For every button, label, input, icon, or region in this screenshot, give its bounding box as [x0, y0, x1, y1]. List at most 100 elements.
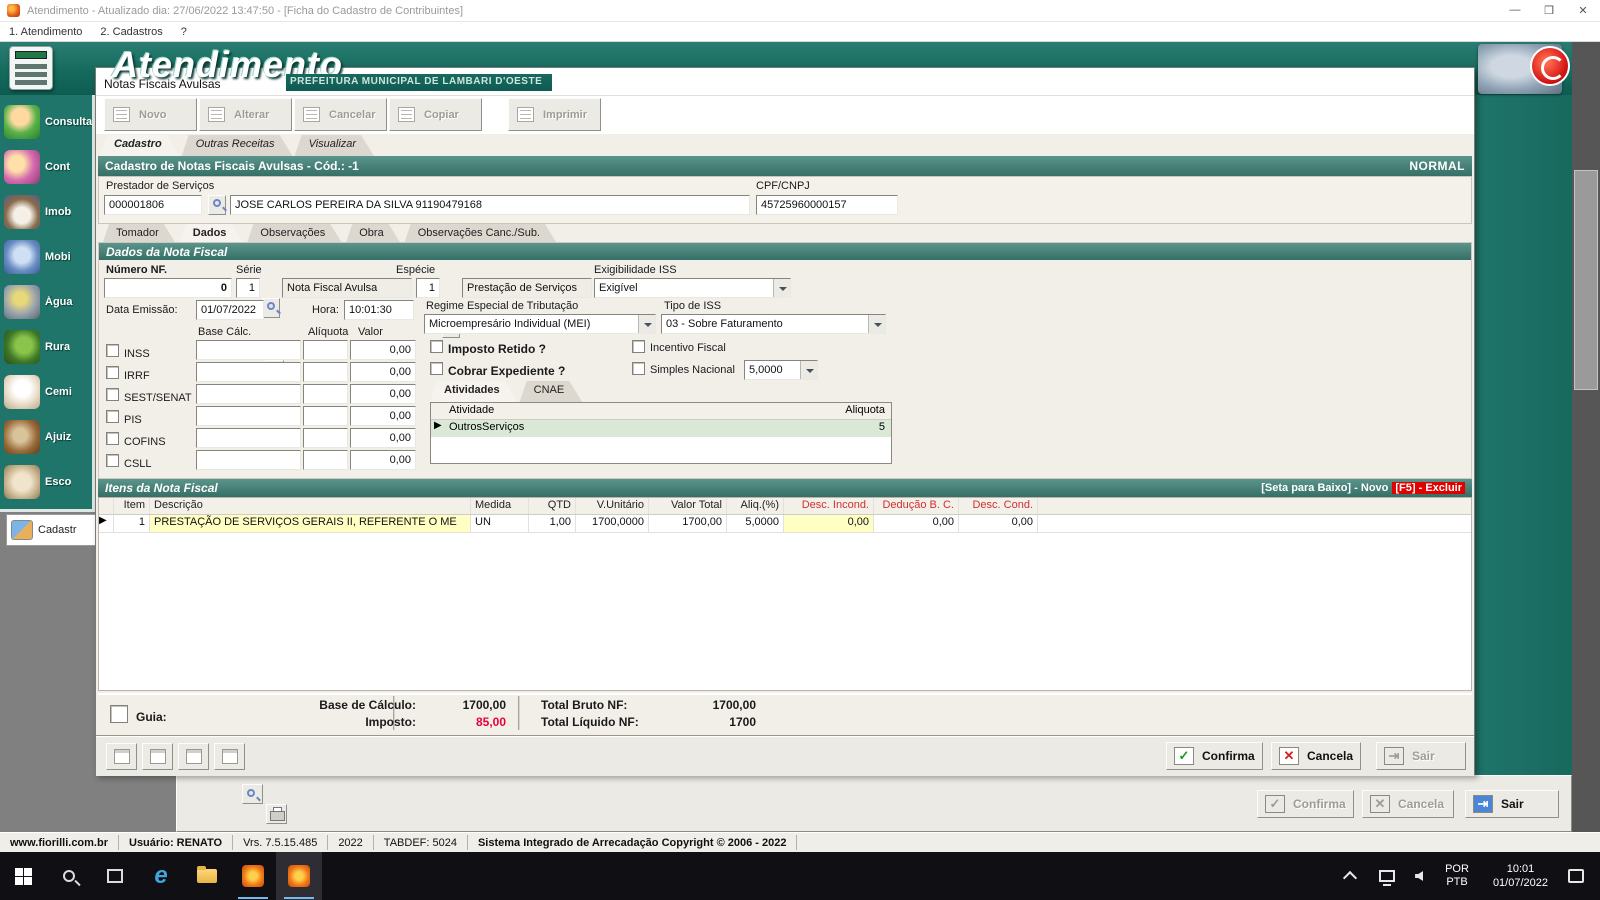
csll-valor-field[interactable]: 0,00 [350, 450, 416, 470]
pis-checkbox[interactable] [106, 410, 119, 423]
status-user: Usuário: RENATO [119, 835, 234, 850]
confirma-button[interactable]: ✓ Confirma [1166, 742, 1263, 770]
cpf-field[interactable]: 45725960000157 [756, 195, 898, 215]
pis-base-field[interactable] [196, 406, 301, 426]
sidebar-item-cadastro[interactable]: Cadastr [6, 514, 106, 546]
incentivo-checkbox[interactable] [632, 340, 645, 353]
pis-valor-field[interactable]: 0,00 [350, 406, 416, 426]
prestador-search-button[interactable] [208, 195, 226, 215]
cancelar-button[interactable]: Cancelar [294, 98, 387, 131]
minimize-button[interactable]: — [1498, 4, 1532, 17]
tab-visualizar[interactable]: Visualizar [295, 135, 375, 156]
csll-checkbox[interactable] [106, 454, 119, 467]
sidebar-item-ajuizamento[interactable]: Ajuiz [4, 414, 92, 459]
file-explorer-button[interactable] [184, 852, 230, 900]
sidebar-item-cemiterio[interactable]: Cemi [4, 369, 92, 414]
prestador-code-field[interactable]: 000001806 [104, 195, 202, 215]
inss-base-field[interactable] [196, 340, 301, 360]
fiorilli-app-button-1[interactable] [230, 852, 276, 900]
sest-aliq-field[interactable] [303, 384, 348, 404]
prestador-name-field[interactable]: JOSE CARLOS PEREIRA DA SILVA 91190479168 [230, 195, 750, 215]
sidebar-item-imobiliario[interactable]: Imob [4, 189, 92, 234]
irrf-valor-field[interactable]: 0,00 [350, 362, 416, 382]
sest-valor-field[interactable]: 0,00 [350, 384, 416, 404]
network-icon[interactable] [1379, 870, 1396, 886]
alterar-button[interactable]: Alterar [199, 98, 292, 131]
cancela-button[interactable]: ✕ Cancela [1271, 742, 1361, 770]
record-last-button[interactable] [214, 743, 245, 770]
right-scrollbar[interactable] [1572, 42, 1600, 852]
tab-cadastro[interactable]: Cadastro [100, 135, 180, 156]
cobrar-expediente-checkbox[interactable] [430, 362, 443, 375]
cofins-valor-field[interactable]: 0,00 [350, 428, 416, 448]
guia-print-button[interactable] [266, 804, 287, 824]
close-button[interactable]: ✕ [1566, 4, 1600, 17]
sest-base-field[interactable] [196, 384, 301, 404]
simples-aliquota-select[interactable]: 5,0000 [744, 360, 818, 380]
regime-select[interactable]: Microempresário Individual (MEI) [424, 314, 656, 334]
especie-code-field[interactable]: 1 [416, 278, 440, 298]
menu-help[interactable]: ? [172, 26, 196, 38]
hora-field[interactable]: 10:01:30 [344, 300, 414, 320]
sidebar-item-agua[interactable]: Água [4, 279, 92, 324]
sidebar-item-escola[interactable]: Esco [4, 459, 92, 504]
menu-cadastros[interactable]: 2. Cadastros [91, 26, 171, 38]
simples-checkbox[interactable] [632, 362, 645, 375]
cofins-checkbox[interactable] [106, 432, 119, 445]
cofins-base-field[interactable] [196, 428, 301, 448]
pis-aliq-field[interactable] [303, 406, 348, 426]
tray-expand-icon[interactable] [1343, 870, 1358, 886]
form-header-title: Cadastro de Notas Fiscais Avulsas - Cód.… [105, 159, 359, 173]
cofins-aliq-field[interactable] [303, 428, 348, 448]
outer-sair-button[interactable]: ⇥ Sair [1465, 790, 1559, 818]
sidebar-item-contribuintes[interactable]: Cont [4, 144, 92, 189]
scrollbar-thumb[interactable] [1574, 170, 1598, 390]
tipo-iss-select[interactable]: 03 - Sobre Faturamento [661, 314, 886, 334]
item-row[interactable]: ▶ 1 PRESTAÇÃO DE SERVIÇOS GERAIS II, REF… [99, 515, 1471, 533]
outer-confirma-button[interactable]: ✓ Confirma [1257, 790, 1354, 818]
serie-search-button[interactable] [262, 298, 280, 318]
language-indicator[interactable]: POR PTB [1445, 863, 1469, 889]
exigibilidade-select[interactable]: Exigível [594, 278, 791, 298]
csll-aliq-field[interactable] [303, 450, 348, 470]
inss-valor-field[interactable]: 0,00 [350, 340, 416, 360]
inss-checkbox[interactable] [106, 344, 119, 357]
sair-button[interactable]: ⇥ Sair [1376, 742, 1466, 770]
sidebar-item-consulta[interactable]: Consulta [4, 99, 92, 144]
imprimir-button[interactable]: Imprimir [508, 98, 601, 131]
csll-base-field[interactable] [196, 450, 301, 470]
record-first-button[interactable] [106, 743, 137, 770]
edge-button[interactable]: e [138, 852, 184, 900]
guia-search-button[interactable] [242, 784, 263, 804]
inss-aliq-field[interactable] [303, 340, 348, 360]
tab-atividades[interactable]: Atividades [430, 381, 518, 402]
imposto-retido-checkbox[interactable] [430, 340, 443, 353]
irrf-aliq-field[interactable] [303, 362, 348, 382]
task-view-button[interactable] [92, 852, 138, 900]
record-prev-button[interactable] [142, 743, 173, 770]
taskbar-search-button[interactable] [46, 852, 92, 900]
menu-atendimento[interactable]: 1. Atendimento [0, 26, 91, 38]
fiorilli-app-button-2[interactable] [276, 852, 322, 900]
data-emissao-field[interactable]: 01/07/2022 [196, 300, 264, 320]
irrf-checkbox[interactable] [106, 366, 119, 379]
sidebar-item-rural[interactable]: Rura [4, 324, 92, 369]
record-next-button[interactable] [178, 743, 209, 770]
start-button[interactable] [0, 852, 46, 900]
novo-button[interactable]: Novo [104, 98, 197, 131]
speaker-icon[interactable] [1415, 871, 1424, 881]
numero-nf-field[interactable]: 0 [104, 278, 232, 298]
irrf-base-field[interactable] [196, 362, 301, 382]
copiar-button[interactable]: Copiar [389, 98, 482, 131]
tab-cnae[interactable]: CNAE [520, 381, 583, 402]
clock[interactable]: 10:01 01/07/2022 [1493, 862, 1548, 890]
atividade-row[interactable]: ▶ OutrosServiços 5 [431, 420, 891, 437]
maximize-button[interactable]: ❒ [1532, 4, 1566, 17]
tab-outras-receitas[interactable]: Outras Receitas [182, 135, 293, 156]
notification-center-icon[interactable] [1568, 869, 1584, 883]
outer-cancela-button[interactable]: ✕ Cancela [1362, 790, 1454, 818]
sest-checkbox[interactable] [106, 388, 119, 401]
guia-checkbox[interactable] [110, 705, 128, 723]
sidebar-item-mobiliario[interactable]: Mobi [4, 234, 92, 279]
serie-code-field[interactable]: 1 [236, 278, 260, 298]
